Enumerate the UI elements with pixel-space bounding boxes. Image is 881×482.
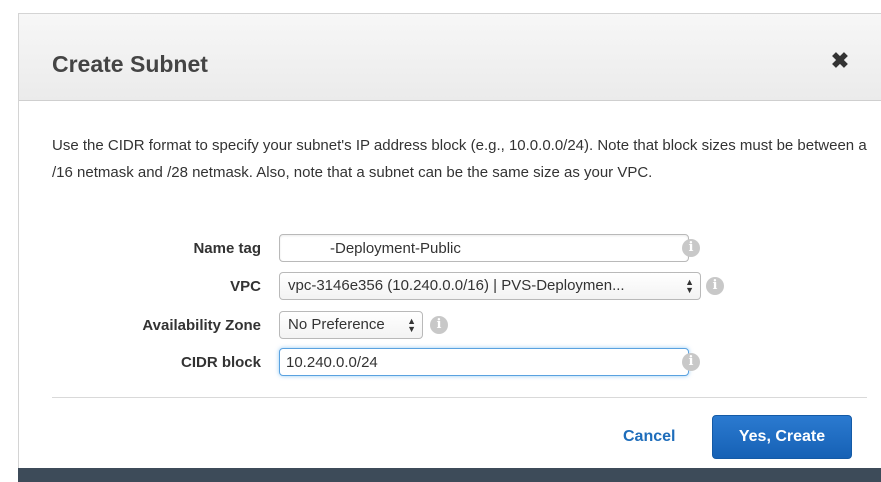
dialog-title: Create Subnet — [52, 51, 208, 77]
cancel-button[interactable]: Cancel — [623, 427, 675, 447]
cidr-block-input[interactable] — [279, 348, 689, 376]
vpc-select[interactable]: vpc-3146e356 (10.240.0.0/16) | PVS-Deplo… — [279, 272, 701, 300]
dialog-description: Use the CIDR format to specify your subn… — [52, 137, 867, 181]
close-icon[interactable]: ✖ — [827, 48, 853, 74]
name-tag-row: Name tag i — [19, 234, 881, 264]
create-subnet-dialog: Create Subnet ✖ Use the CIDR format to s… — [18, 13, 881, 469]
vpc-selected-value: vpc-3146e356 (10.240.0.0/16) | PVS-Deplo… — [288, 277, 625, 294]
vpc-label: VPC — [230, 278, 261, 295]
info-icon[interactable]: i — [682, 239, 700, 257]
info-icon[interactable]: i — [430, 316, 448, 334]
select-arrows-icon: ▲ ▼ — [685, 277, 694, 295]
yes-create-button[interactable]: Yes, Create — [712, 415, 852, 459]
name-tag-label: Name tag — [193, 240, 261, 257]
select-arrows-icon: ▲ ▼ — [407, 316, 416, 334]
availability-zone-select[interactable]: No Preference ▲ ▼ — [279, 311, 423, 339]
vpc-row: VPC vpc-3146e356 (10.240.0.0/16) | PVS-D… — [19, 272, 881, 302]
dialog-header: Create Subnet ✖ — [19, 14, 881, 101]
availability-zone-label: Availability Zone — [142, 317, 261, 334]
name-tag-input[interactable] — [279, 234, 689, 262]
availability-zone-selected-value: No Preference — [288, 316, 385, 333]
footer-divider — [52, 397, 867, 398]
info-icon[interactable]: i — [682, 353, 700, 371]
background-page-strip — [18, 468, 881, 482]
availability-zone-row: Availability Zone No Preference ▲ ▼ i — [19, 311, 881, 341]
info-icon[interactable]: i — [706, 277, 724, 295]
cidr-block-row: CIDR block i — [19, 348, 881, 378]
cidr-block-label: CIDR block — [180, 354, 261, 371]
page: Create Subnet ✖ Use the CIDR format to s… — [0, 0, 881, 482]
